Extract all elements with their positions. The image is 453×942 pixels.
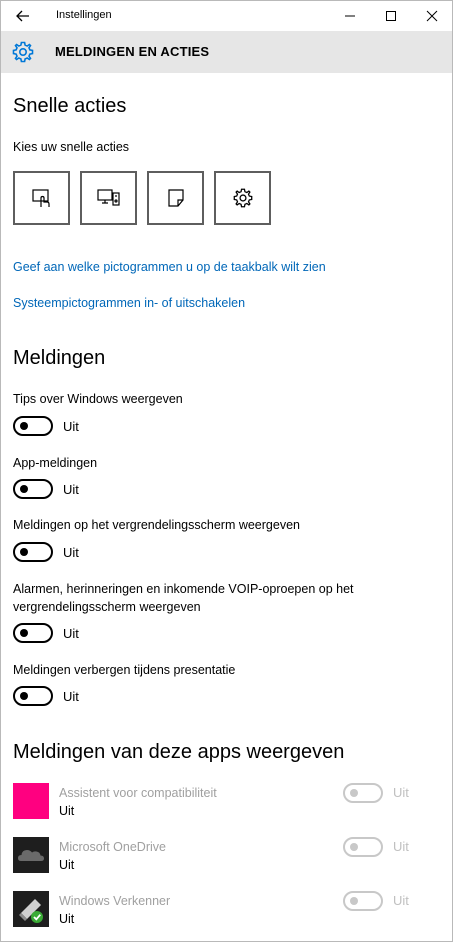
toggle-knob [20, 548, 28, 556]
maximize-icon [386, 11, 396, 21]
toggle-knob [350, 789, 358, 797]
toggle-knob [20, 485, 28, 493]
usb-drive-icon [19, 899, 43, 923]
quick-action-settings[interactable] [214, 171, 271, 225]
setting-label-alarms-voip: Alarmen, herinneringen en inkomende VOIP… [13, 582, 354, 596]
quick-actions-heading: Snelle acties [13, 95, 127, 117]
notifications-heading: Meldingen [13, 347, 106, 369]
window-title: Instellingen [56, 9, 112, 21]
file-explorer-drive-icon [13, 891, 49, 927]
toggle-state-hide-during-presentation: Uit [63, 689, 79, 704]
toggle-hide-during-presentation[interactable] [13, 686, 53, 706]
close-button[interactable] [410, 1, 452, 31]
title-bar: Instellingen [1, 1, 452, 31]
toggle-knob [20, 692, 28, 700]
toggle-state-windows-tips: Uit [63, 419, 79, 434]
back-button[interactable] [10, 5, 36, 27]
toggle-app-windows-explorer[interactable] [343, 891, 383, 911]
quick-action-note[interactable] [147, 171, 204, 225]
minimize-icon [345, 15, 355, 17]
toggle-state-lock-screen-notifications: Uit [63, 545, 79, 560]
app-state: Uit [59, 912, 75, 926]
app-name: Windows Verkenner [59, 894, 171, 908]
toggle-state-alarms-voip: Uit [63, 626, 79, 641]
toggle-knob [20, 629, 28, 637]
toggle-app-notifications[interactable] [13, 479, 53, 499]
setting-label-alarms-voip-line2: vergrendelingsscherm weergeven [13, 600, 201, 614]
settings-window: Instellingen MELDINGEN EN ACTIES Snelle … [0, 0, 453, 942]
app-state: Uit [59, 858, 75, 872]
system-icons-link[interactable]: Systeempictogrammen in- of uitschakelen [13, 296, 245, 310]
cloud-icon [18, 850, 44, 861]
compat-assistant-app-icon [13, 783, 49, 819]
toggle-state-app: Uit [393, 839, 409, 854]
toggle-state-app: Uit [393, 893, 409, 908]
toggle-app-onedrive[interactable] [343, 837, 383, 857]
page-header: MELDINGEN EN ACTIES [1, 31, 452, 73]
note-icon [167, 189, 184, 207]
toggle-knob [350, 843, 358, 851]
setting-label-windows-tips: Tips over Windows weergeven [13, 392, 183, 406]
settings-gear-icon [233, 188, 252, 208]
setting-label-hide-during-presentation: Meldingen verbergen tijdens presentatie [13, 663, 236, 677]
toggle-state-app-notifications: Uit [63, 482, 79, 497]
toggle-app-compat-assistant[interactable] [343, 783, 383, 803]
toggle-windows-tips[interactable] [13, 416, 53, 436]
quick-action-project[interactable] [80, 171, 137, 225]
taskbar-icons-link[interactable]: Geef aan welke pictogrammen u op de taak… [13, 260, 326, 274]
quick-action-tablet-mode[interactable] [13, 171, 70, 225]
apps-heading: Meldingen van deze apps weergeven [13, 741, 345, 763]
tablet-mode-icon [31, 189, 50, 207]
setting-label-app-notifications: App-meldingen [13, 456, 98, 470]
toggle-state-app: Uit [393, 785, 409, 800]
toggle-knob [350, 897, 358, 905]
app-name: Microsoft OneDrive [59, 840, 166, 854]
app-state: Uit [59, 804, 75, 818]
back-arrow-icon [16, 10, 29, 22]
minimize-button[interactable] [328, 1, 372, 31]
onedrive-cloud-icon [13, 837, 49, 873]
maximize-button[interactable] [369, 1, 413, 31]
page-title: MELDINGEN EN ACTIES [55, 44, 210, 59]
setting-label-lock-screen-notifications: Meldingen op het vergrendelingsscherm we… [13, 518, 300, 532]
toggle-knob [20, 422, 28, 430]
toggle-lock-screen-notifications[interactable] [13, 542, 53, 562]
close-icon [426, 10, 438, 22]
app-name: Assistent voor compatibiliteit [59, 786, 217, 800]
project-icon [96, 189, 120, 206]
quick-actions-subheading: Kies uw snelle acties [13, 140, 130, 154]
settings-gear-icon [12, 41, 34, 63]
toggle-alarms-voip[interactable] [13, 623, 53, 643]
